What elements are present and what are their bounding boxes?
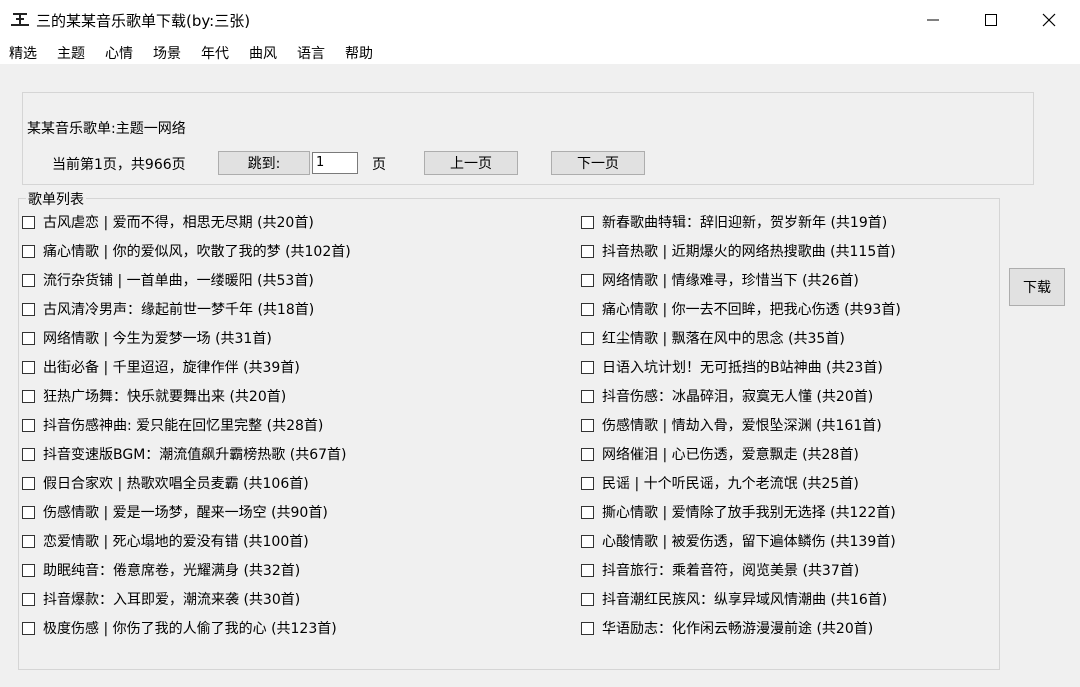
menu-bar: 精选 主题 心情 场景 年代 曲风 语言 帮助 [0,40,1080,64]
playlist-item[interactable]: 古风虐恋 | 爱而不得，相思无尽期 (共20首) [22,211,314,233]
playlist-item[interactable]: 民谣 | 十个听民谣，九个老流氓 (共25首) [581,472,859,494]
page-unit-label: 页 [372,157,386,173]
app-icon [11,13,29,26]
checkbox[interactable] [22,621,35,635]
menu-genre[interactable]: 曲风 [249,43,277,63]
checkbox[interactable] [22,273,35,287]
maximize-button[interactable] [962,0,1020,40]
checkbox[interactable] [581,331,594,345]
checkbox[interactable] [581,215,594,229]
playlist-item[interactable]: 新春歌曲特辑：辞旧迎新，贺岁新年 (共19首) [581,211,887,233]
checkbox[interactable] [581,563,594,577]
checkbox[interactable] [22,244,35,258]
playlist-item[interactable]: 流行杂货铺 | 一首单曲，一缕暖阳 (共53首) [22,269,314,291]
checkbox[interactable] [581,621,594,635]
playlist-item[interactable]: 抖音变速版BGM：潮流值飙升霸榜热歌 (共67首) [22,443,346,465]
maximize-icon [985,14,997,26]
checkbox[interactable] [581,592,594,606]
checkbox[interactable] [22,476,35,490]
menu-era[interactable]: 年代 [201,43,229,63]
page-number-input[interactable]: 1 [312,152,358,174]
checkbox[interactable] [22,563,35,577]
playlist-item[interactable]: 抖音潮红民族风：纵享异域风情潮曲 (共16首) [581,588,887,610]
playlist-item[interactable]: 撕心情歌 | 爱情除了放手我别无选择 (共122首) [581,501,896,523]
playlist-item[interactable]: 痛心情歌 | 你一去不回眸，把我心伤透 (共93首) [581,298,901,320]
playlist-item[interactable]: 网络催泪 | 心已伤透，爱意飘走 (共28首) [581,443,859,465]
playlist-item[interactable]: 抖音旅行：乘着音符，阅览美景 (共37首) [581,559,859,581]
checkbox[interactable] [581,244,594,258]
playlist-item[interactable]: 抖音热歌 | 近期爆火的网络热搜歌曲 (共115首) [581,240,896,262]
close-icon [1042,13,1056,27]
playlist-item[interactable]: 痛心情歌 | 你的爱似风，吹散了我的梦 (共102首) [22,240,351,262]
playlist-item[interactable]: 抖音爆款：入耳即爱，潮流来袭 (共30首) [22,588,300,610]
playlist-item[interactable]: 伤感情歌 | 情劫入骨，爱恨坠深渊 (共161首) [581,414,882,436]
playlist-item[interactable]: 狂热广场舞：快乐就要舞出来 (共20首) [22,385,286,407]
menu-theme[interactable]: 主题 [57,43,85,63]
checkbox[interactable] [22,592,35,606]
minimize-icon [927,19,939,21]
playlist-item[interactable]: 网络情歌 | 今生为爱梦一场 (共31首) [22,327,272,349]
checkbox[interactable] [581,273,594,287]
checkbox[interactable] [581,389,594,403]
menu-mood[interactable]: 心情 [105,43,133,63]
checkbox[interactable] [581,534,594,548]
close-button[interactable] [1020,0,1078,40]
checkbox[interactable] [22,505,35,519]
next-page-button[interactable]: 下一页 [551,151,645,175]
title-bar: 三的某某音乐歌单下载(by:三张) [0,0,1080,40]
playlist-subtitle: 某某音乐歌单:主题一网络 [27,121,186,137]
checkbox[interactable] [22,331,35,345]
checkbox[interactable] [22,447,35,461]
playlist-item[interactable]: 抖音伤感：冰晶碎泪，寂寞无人懂 (共20首) [581,385,873,407]
checkbox[interactable] [22,389,35,403]
playlist-item[interactable]: 日语入坑计划！无可抵挡的B站神曲 (共23首) [581,356,883,378]
playlist-item[interactable]: 伤感情歌 | 爱是一场梦，醒来一场空 (共90首) [22,501,328,523]
checkbox[interactable] [22,215,35,229]
menu-help[interactable]: 帮助 [345,43,373,63]
playlist-item[interactable]: 网络情歌 | 情缘难寻，珍惜当下 (共26首) [581,269,859,291]
checkbox[interactable] [22,360,35,374]
menu-scene[interactable]: 场景 [153,43,181,63]
playlist-item[interactable]: 古风清冷男声：缘起前世一梦千年 (共18首) [22,298,314,320]
playlist-item[interactable]: 极度伤感 | 你伤了我的人偷了我的心 (共123首) [22,617,337,639]
minimize-button[interactable] [904,0,962,40]
playlist-item[interactable]: 助眠纯音：倦意席卷，光耀满身 (共32首) [22,559,300,581]
checkbox[interactable] [581,418,594,432]
menu-language[interactable]: 语言 [297,43,325,63]
menu-featured[interactable]: 精选 [9,43,37,63]
playlist-item[interactable]: 出街必备 | 千里迢迢，旋律作伴 (共39首) [22,356,300,378]
checkbox[interactable] [581,302,594,316]
checkbox[interactable] [22,418,35,432]
checkbox[interactable] [581,447,594,461]
playlist-item[interactable]: 抖音伤感神曲: 爱只能在回忆里完整 (共28首) [22,414,323,436]
download-button[interactable]: 下载 [1009,268,1065,306]
playlist-group-label: 歌单列表 [26,189,86,209]
playlist-item[interactable]: 心酸情歌 | 被爱伤透，留下遍体鳞伤 (共139首) [581,530,896,552]
page-info: 当前第1页，共966页 [52,157,186,173]
playlist-item[interactable]: 红尘情歌 | 飘落在风中的思念 (共35首) [581,327,845,349]
prev-page-button[interactable]: 上一页 [424,151,518,175]
playlist-item[interactable]: 华语励志：化作闲云畅游漫漫前途 (共20首) [581,617,873,639]
checkbox[interactable] [581,360,594,374]
window-title: 三的某某音乐歌单下载(by:三张) [36,12,251,30]
playlist-item[interactable]: 假日合家欢 | 热歌欢唱全员麦霸 (共106首) [22,472,309,494]
playlist-item[interactable]: 恋爱情歌 | 死心塌地的爱没有错 (共100首) [22,530,309,552]
jump-button[interactable]: 跳到: [218,151,310,175]
checkbox[interactable] [22,534,35,548]
checkbox[interactable] [22,302,35,316]
checkbox[interactable] [581,505,594,519]
checkbox[interactable] [581,476,594,490]
